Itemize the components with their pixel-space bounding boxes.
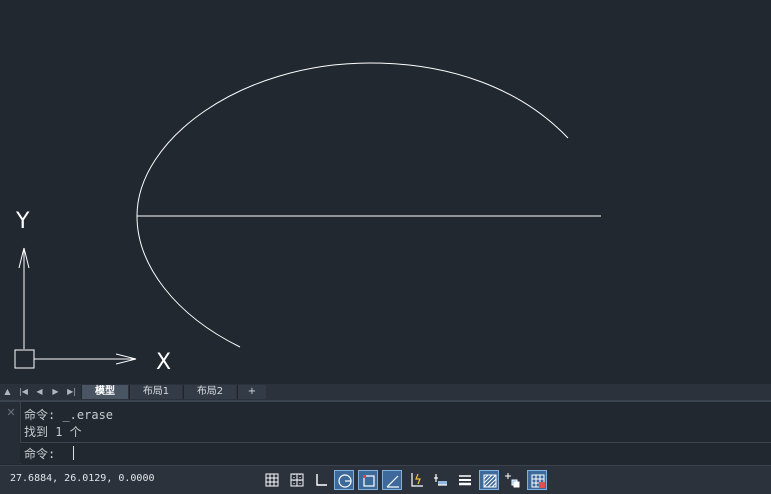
y-axis-label: Y (15, 209, 30, 234)
dynamic-ucs-icon[interactable] (407, 470, 427, 490)
ellipse-arc[interactable] (136, 62, 569, 348)
layout-tab-bar: ▲ |◀ ◀ ▶ ▶| 模型 布局1 布局2 + (0, 384, 771, 401)
first-tab-icon[interactable]: |◀ (17, 386, 30, 398)
transparency-icon[interactable] (479, 470, 499, 490)
polar-tracking-icon[interactable] (334, 470, 354, 490)
command-strip: ✕ (0, 402, 21, 464)
ucs-icon (14, 247, 137, 369)
last-tab-icon[interactable]: ▶| (65, 386, 78, 398)
dynamic-input-icon[interactable] (431, 470, 451, 490)
tab-layout1[interactable]: 布局1 (129, 385, 182, 399)
command-history-line: 找到 1 个 (24, 425, 82, 439)
command-history-line: 命令: _.erase (24, 408, 114, 422)
selection-cycling-icon[interactable] (503, 470, 523, 490)
tab-layout2[interactable]: 布局2 (183, 385, 236, 399)
prev-tab-icon[interactable]: ◀ (33, 386, 46, 398)
add-layout-button[interactable]: + (237, 385, 266, 399)
tab-model[interactable]: 模型 (81, 385, 128, 399)
command-panel: ✕ 命令: _.erase 找到 1 个 命令: (0, 401, 771, 464)
command-input[interactable]: 命令: (20, 442, 771, 463)
ortho-mode-icon[interactable] (311, 470, 331, 490)
drawing-svg: Y X (14, 62, 601, 375)
close-icon[interactable]: ✕ (4, 406, 18, 420)
object-snap-tracking-icon[interactable] (382, 470, 402, 490)
snap-mode-icon[interactable] (287, 470, 307, 490)
drawing-canvas[interactable]: Y X (0, 0, 771, 384)
next-tab-icon[interactable]: ▶ (49, 386, 62, 398)
cursor-coordinates: 27.6884, 26.0129, 0.0000 (10, 473, 155, 484)
grid-display-icon[interactable] (262, 470, 282, 490)
annotation-monitor-icon[interactable] (527, 470, 547, 490)
lineweight-icon[interactable] (455, 470, 475, 490)
x-axis-label: X (156, 350, 171, 375)
object-snap-icon[interactable] (358, 470, 378, 490)
collapse-up-icon[interactable]: ▲ (1, 386, 14, 398)
text-caret (73, 446, 74, 460)
status-bar: 27.6884, 26.0129, 0.0000 (0, 465, 771, 494)
command-prompt: 命令: (24, 447, 63, 461)
